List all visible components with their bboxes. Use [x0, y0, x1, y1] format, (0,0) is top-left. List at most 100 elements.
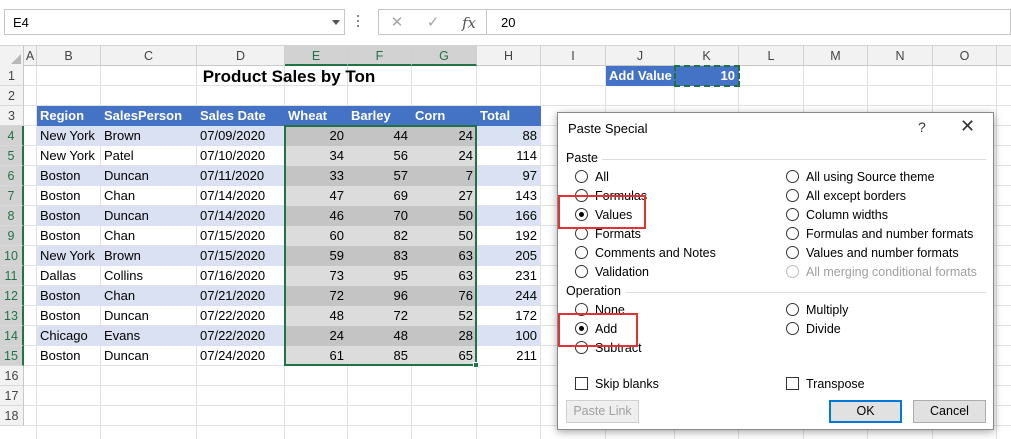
row-header-7[interactable]: 7 — [0, 186, 24, 206]
option-values-and-number-formats[interactable]: Values and number formats — [786, 245, 986, 261]
formula-input[interactable]: 20 — [486, 9, 1011, 35]
option-all-using-source-theme[interactable]: All using Source theme — [786, 169, 986, 185]
header-cell[interactable]: Total — [477, 106, 541, 126]
row-header-10[interactable]: 10 — [0, 246, 24, 266]
data-cell[interactable]: 172 — [477, 306, 541, 326]
column-header-i[interactable]: I — [541, 46, 606, 66]
paste-link-button[interactable]: Paste Link — [566, 400, 639, 423]
close-icon[interactable]: ✕ — [960, 116, 975, 137]
radio-comments-and-notes[interactable] — [575, 246, 588, 259]
data-cell[interactable]: Duncan — [101, 206, 197, 226]
header-cell[interactable]: Barley — [348, 106, 412, 126]
row-header-9[interactable]: 9 — [0, 226, 24, 246]
header-cell[interactable]: Wheat — [285, 106, 348, 126]
data-cell[interactable]: Patel — [101, 146, 197, 166]
row-header-6[interactable]: 6 — [0, 166, 24, 186]
header-cell[interactable]: Corn — [412, 106, 477, 126]
data-cell[interactable]: Boston — [37, 186, 101, 206]
data-cell[interactable]: New York — [37, 246, 101, 266]
column-header-j[interactable]: J — [606, 46, 675, 66]
option-comments-and-notes[interactable]: Comments and Notes — [575, 245, 775, 261]
radio-all-using-source-theme[interactable] — [786, 170, 799, 183]
row-header-13[interactable]: 13 — [0, 306, 24, 326]
radio-divide[interactable] — [786, 322, 799, 335]
column-header-f[interactable]: F — [348, 46, 412, 66]
column-header-d[interactable]: D — [197, 46, 285, 66]
data-cell[interactable]: 192 — [477, 226, 541, 246]
data-cell[interactable]: Boston — [37, 166, 101, 186]
data-cell[interactable]: Boston — [37, 346, 101, 366]
row-header-3[interactable]: 3 — [0, 106, 24, 126]
ok-button[interactable]: OK — [829, 400, 902, 423]
option-divide[interactable]: Divide — [786, 321, 986, 337]
data-cell[interactable]: 07/14/2020 — [197, 206, 285, 226]
data-cell[interactable]: 205 — [477, 246, 541, 266]
function-icon[interactable]: fx — [451, 10, 487, 36]
row-header-15[interactable]: 15 — [0, 346, 24, 366]
row-header-2[interactable]: 2 — [0, 86, 24, 106]
select-all-corner[interactable] — [0, 46, 24, 66]
skip-blanks-option[interactable]: Skip blanks — [575, 376, 725, 392]
data-cell[interactable]: 244 — [477, 286, 541, 306]
sheet-title[interactable]: Product Sales by Ton — [37, 67, 541, 87]
data-cell[interactable]: New York — [37, 126, 101, 146]
data-cell[interactable]: Chan — [101, 226, 197, 246]
header-cell[interactable]: Sales Date — [197, 106, 285, 126]
cancel-icon[interactable]: ✕ — [379, 10, 415, 36]
row-header-17[interactable]: 17 — [0, 386, 24, 406]
data-cell[interactable]: 07/15/2020 — [197, 246, 285, 266]
data-cell[interactable]: 07/14/2020 — [197, 186, 285, 206]
data-cell[interactable]: Evans — [101, 326, 197, 346]
option-column-widths[interactable]: Column widths — [786, 207, 986, 223]
column-header-m[interactable]: M — [804, 46, 868, 66]
radio-values-and-number-formats[interactable] — [786, 246, 799, 259]
row-header-18[interactable]: 18 — [0, 406, 24, 426]
chevron-down-icon[interactable] — [332, 20, 340, 25]
transpose-checkbox[interactable] — [786, 377, 799, 390]
data-cell[interactable]: 07/11/2020 — [197, 166, 285, 186]
data-cell[interactable]: Brown — [101, 246, 197, 266]
radio-column-widths[interactable] — [786, 208, 799, 221]
header-cell[interactable]: Region — [37, 106, 101, 126]
name-box[interactable]: E4 — [4, 9, 345, 35]
data-cell[interactable]: Collins — [101, 266, 197, 286]
column-header-h[interactable]: H — [477, 46, 541, 66]
radio-formulas-and-number-formats[interactable] — [786, 227, 799, 240]
column-header-a[interactable]: A — [24, 46, 37, 66]
row-header-5[interactable]: 5 — [0, 146, 24, 166]
option-validation[interactable]: Validation — [575, 264, 775, 280]
data-cell[interactable]: Brown — [101, 126, 197, 146]
row-header-1[interactable]: 1 — [0, 66, 24, 86]
data-cell[interactable]: Dallas — [37, 266, 101, 286]
data-cell[interactable]: Chicago — [37, 326, 101, 346]
radio-validation[interactable] — [575, 265, 588, 278]
column-header-c[interactable]: C — [101, 46, 197, 66]
data-cell[interactable]: 07/24/2020 — [197, 346, 285, 366]
data-cell[interactable]: Boston — [37, 286, 101, 306]
data-cell[interactable]: 211 — [477, 346, 541, 366]
option-all[interactable]: All — [575, 169, 775, 185]
radio-multiply[interactable] — [786, 303, 799, 316]
data-cell[interactable]: Boston — [37, 226, 101, 246]
column-header-o[interactable]: O — [933, 46, 997, 66]
data-cell[interactable]: 07/10/2020 — [197, 146, 285, 166]
column-header-g[interactable]: G — [412, 46, 477, 66]
radio-all[interactable] — [575, 170, 588, 183]
data-cell[interactable]: Duncan — [101, 346, 197, 366]
data-cell[interactable]: 07/22/2020 — [197, 326, 285, 346]
data-cell[interactable]: 07/16/2020 — [197, 266, 285, 286]
data-cell[interactable]: Duncan — [101, 166, 197, 186]
data-cell[interactable]: 166 — [477, 206, 541, 226]
data-cell[interactable]: Boston — [37, 306, 101, 326]
data-cell[interactable]: 100 — [477, 326, 541, 346]
help-button[interactable]: ? — [918, 119, 926, 135]
data-cell[interactable]: 07/22/2020 — [197, 306, 285, 326]
enter-icon[interactable]: ✓ — [415, 10, 451, 36]
data-cell[interactable]: 07/15/2020 — [197, 226, 285, 246]
column-header-k[interactable]: K — [675, 46, 739, 66]
row-header-12[interactable]: 12 — [0, 286, 24, 306]
skip-blanks-checkbox[interactable] — [575, 377, 588, 390]
transpose-option[interactable]: Transpose — [786, 376, 936, 392]
row-header-8[interactable]: 8 — [0, 206, 24, 226]
data-cell[interactable]: Boston — [37, 206, 101, 226]
